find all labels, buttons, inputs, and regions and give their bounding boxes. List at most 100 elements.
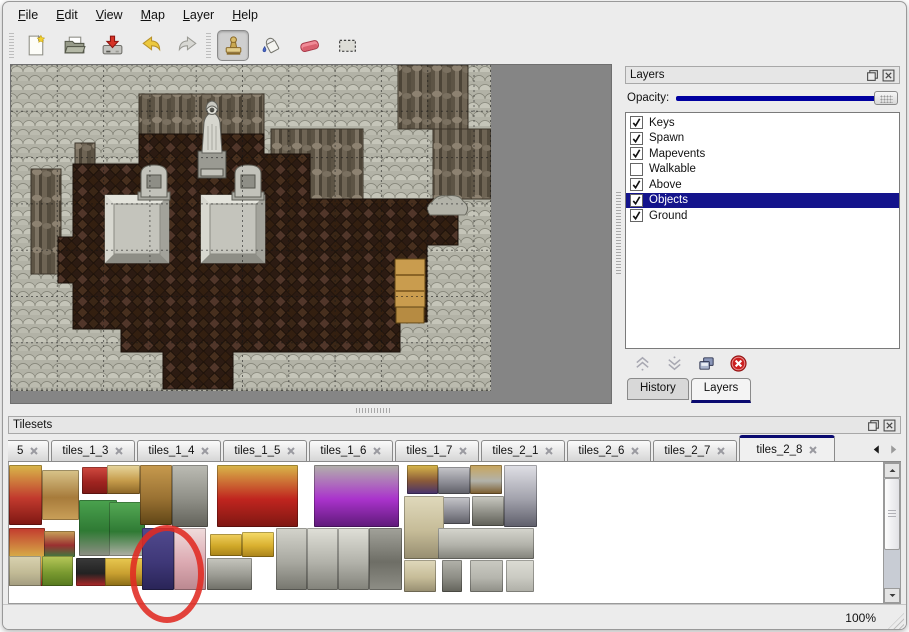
tile-small-obelisk[interactable] xyxy=(404,560,436,592)
redo-button[interactable] xyxy=(172,30,204,61)
tile-king-portrait[interactable] xyxy=(407,465,438,494)
tile-angel-statue-right[interactable] xyxy=(338,528,369,590)
tab-close-icon[interactable] xyxy=(200,446,210,456)
float-panel-icon[interactable] xyxy=(866,69,879,82)
scrollbar-track[interactable] xyxy=(884,550,900,588)
close-panel-icon[interactable] xyxy=(882,69,895,82)
tileset-tab-tiles_2_7[interactable]: tiles_2_7 xyxy=(653,440,737,461)
tile-stone-platform[interactable] xyxy=(438,528,534,559)
menu-map[interactable]: Map xyxy=(134,5,172,25)
layer-row-above[interactable]: Above xyxy=(626,177,899,193)
vertical-splitter[interactable] xyxy=(612,64,625,404)
menu-help[interactable]: Help xyxy=(225,5,265,25)
menu-view[interactable]: View xyxy=(89,5,130,25)
duplicate-layer-button[interactable] xyxy=(696,354,716,374)
tab-close-icon[interactable] xyxy=(114,446,124,456)
layer-visibility-checkbox[interactable] xyxy=(630,147,643,160)
toolbar-drag-handle[interactable] xyxy=(9,33,14,59)
select-tool-button[interactable] xyxy=(331,30,363,61)
resize-grip[interactable] xyxy=(888,613,904,629)
tileset-tab-tiles_1_7[interactable]: tiles_1_7 xyxy=(395,440,479,461)
close-panel-icon[interactable] xyxy=(883,419,896,432)
stamp-tool-button[interactable] xyxy=(217,30,249,61)
tab-close-icon[interactable] xyxy=(29,446,39,456)
opacity-slider[interactable] xyxy=(676,90,898,106)
tile-stone-gate[interactable] xyxy=(172,465,208,527)
layer-row-mapevents[interactable]: Mapevents xyxy=(626,146,899,162)
fill-tool-button[interactable] xyxy=(255,30,287,61)
tab-close-icon[interactable] xyxy=(458,446,468,456)
layer-row-walkable[interactable]: Walkable xyxy=(626,162,899,178)
tab-close-icon[interactable] xyxy=(286,446,296,456)
tile-gold-key[interactable] xyxy=(210,534,242,556)
tileset-content[interactable] xyxy=(8,462,884,604)
tileset-scrollbar[interactable] xyxy=(884,462,901,604)
menu-edit[interactable]: Edit xyxy=(49,5,85,25)
tile-bookshelf[interactable] xyxy=(44,531,75,557)
tile-purple-door[interactable] xyxy=(142,528,174,590)
layer-visibility-checkbox[interactable] xyxy=(630,132,643,145)
map-view[interactable] xyxy=(10,64,612,404)
layer-row-objects[interactable]: Objects xyxy=(626,193,899,209)
tile-parchment[interactable] xyxy=(9,556,41,586)
toolbar-drag-handle[interactable] xyxy=(206,33,211,59)
menu-layer[interactable]: Layer xyxy=(176,5,221,25)
layer-visibility-checkbox[interactable] xyxy=(630,178,643,191)
scroll-down-icon[interactable] xyxy=(884,588,900,603)
tile-angel-statue-left[interactable] xyxy=(307,528,338,590)
tileset-tab-tiles_2_6[interactable]: tiles_2_6 xyxy=(567,440,651,461)
tile-mirror-stand[interactable] xyxy=(107,465,140,494)
tab-close-icon[interactable] xyxy=(630,446,640,456)
tile-gold-pile[interactable] xyxy=(242,532,274,557)
tileset-tab-tiles_1_3[interactable]: tiles_1_3 xyxy=(51,440,135,461)
tile-purple-throne[interactable] xyxy=(314,465,399,527)
eraser-tool-button[interactable] xyxy=(293,30,325,61)
tile-rock-pile[interactable] xyxy=(207,558,252,590)
layer-visibility-checkbox[interactable] xyxy=(630,194,643,207)
tileset-tab-tiles_1_6[interactable]: tiles_1_6 xyxy=(309,440,393,461)
tab-close-icon[interactable] xyxy=(544,446,554,456)
tile-knight-armor[interactable] xyxy=(504,465,537,527)
tileset-tab-tiles_2_1[interactable]: tiles_2_1 xyxy=(481,440,565,461)
tab-close-icon[interactable] xyxy=(716,446,726,456)
new-file-button[interactable] xyxy=(20,30,52,61)
tile-banner-red[interactable] xyxy=(9,465,42,525)
tile-stone-pillar[interactable] xyxy=(442,560,462,592)
layer-visibility-checkbox[interactable] xyxy=(630,163,643,176)
tile-silver-chest[interactable] xyxy=(438,467,470,494)
tile-red-throne[interactable] xyxy=(217,465,298,527)
horizontal-splitter[interactable] xyxy=(3,404,906,416)
tileset-tab-tiles_2_8[interactable]: tiles_2_8 xyxy=(739,435,835,461)
map-canvas[interactable] xyxy=(11,65,491,391)
layer-visibility-checkbox[interactable] xyxy=(630,116,643,129)
tileset-tab-tiles_1_5[interactable]: tiles_1_5 xyxy=(223,440,307,461)
tile-stone-block-light[interactable] xyxy=(506,560,534,592)
tileset-tab-tiles_1_4[interactable]: tiles_1_4 xyxy=(137,440,221,461)
menu-file[interactable]: File xyxy=(11,5,45,25)
layer-row-spawn[interactable]: Spawn xyxy=(626,131,899,147)
tile-red-stool[interactable] xyxy=(82,467,108,494)
scrollbar-thumb[interactable] xyxy=(884,478,900,550)
scroll-tabs-left-icon[interactable] xyxy=(868,439,884,460)
tile-gold-cross[interactable] xyxy=(105,558,144,586)
tile-green-banner[interactable] xyxy=(42,556,73,586)
open-file-button[interactable] xyxy=(58,30,90,61)
tile-armor-rubble[interactable] xyxy=(472,496,504,526)
layer-row-keys[interactable]: Keys xyxy=(626,115,899,131)
opacity-slider-handle[interactable] xyxy=(874,91,898,105)
tile-pink-bed[interactable] xyxy=(174,528,206,590)
layer-visibility-checkbox[interactable] xyxy=(630,209,643,222)
tab-layers[interactable]: Layers xyxy=(691,378,752,403)
save-file-button[interactable] xyxy=(96,30,128,61)
delete-layer-button[interactable] xyxy=(728,354,748,374)
tile-wooden-crate[interactable] xyxy=(470,465,502,494)
tile-stone-block[interactable] xyxy=(470,560,503,592)
tile-gargoyle-statue[interactable] xyxy=(369,528,402,590)
tile-hooded-statue-tile[interactable] xyxy=(276,528,307,590)
tileset-tab-5[interactable]: 5 xyxy=(8,440,49,461)
layer-row-ground[interactable]: Ground xyxy=(626,208,899,224)
tab-history[interactable]: History xyxy=(627,378,689,400)
scroll-up-icon[interactable] xyxy=(884,463,900,478)
tile-wooden-door-tile[interactable] xyxy=(140,465,172,525)
float-panel-icon[interactable] xyxy=(867,419,880,432)
